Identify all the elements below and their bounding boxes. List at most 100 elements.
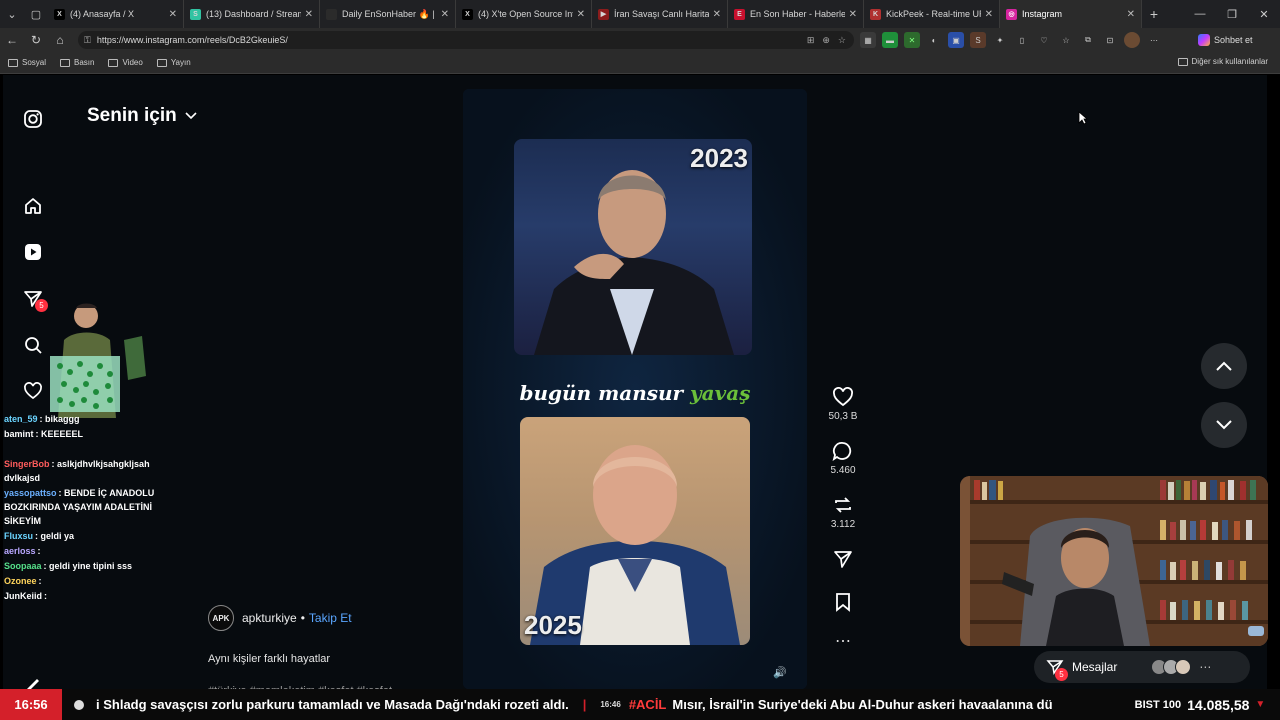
browser-tab[interactable]: K KickPeek - Real-time URL C ✕ [864,0,1000,28]
browser-tab[interactable]: X (4) X'te Open Source Intel: ✕ [456,0,592,28]
chat-message: Fluxsu: geldi ya [4,529,174,543]
extension-icon-2[interactable]: ▬ [882,32,898,48]
messages-bar[interactable]: 5 Mesajlar ⋯ [1034,651,1250,683]
chat-message: Ozonee: [4,574,174,588]
favorite-star-icon[interactable]: ☆ [838,35,846,46]
tab-close-icon[interactable]: ✕ [985,9,993,20]
site-info-icon[interactable]: ⚿ [84,35,91,46]
bookmark-folder[interactable]: Sosyal [8,58,46,67]
collections-icon[interactable]: ⧉ [1080,32,1096,48]
bookmark-label: Video [122,58,143,67]
tab-favicon-icon [326,8,337,20]
tab-close-icon[interactable]: ✕ [849,9,857,20]
extension-icon-6[interactable]: S [970,32,986,48]
extensions-puzzle-icon[interactable]: ✦ [992,32,1008,48]
url-text: https://www.instagram.com/reels/DcB2Gkeu… [96,35,288,45]
previous-reel-button[interactable] [1201,343,1247,389]
copilot-chat-button[interactable]: Sohbet et [1198,32,1253,48]
extension-icon-5[interactable]: ▣ [948,32,964,48]
more-icon[interactable]: ⋯ [1199,660,1211,674]
extension-icon-4[interactable]: ◐ [926,32,942,48]
streamer-webcam [960,476,1268,646]
other-bookmarks-label: Diğer sık kullanılanlar [1191,57,1268,66]
zoom-icon[interactable]: ⊕ [822,35,830,46]
more-menu-icon[interactable]: ⋯ [1146,32,1162,48]
app-available-icon[interactable]: ⊞ [807,35,815,46]
tab-title: KickPeek - Real-time URL C [886,9,981,19]
home-icon[interactable]: ⌂ [48,33,72,47]
chat-username: Fluxsu [4,531,34,541]
bookmark-folder[interactable]: Yayın [156,58,191,67]
ticker-separator: | [582,697,587,712]
repost-action[interactable]: 3.112 [823,495,863,530]
browser-tab[interactable]: E En Son Haber - Haberler, Sc ✕ [728,0,864,28]
video-frame-top: 2023 [514,139,752,355]
tab-title: (13) Dashboard / Streamlab [206,9,301,19]
reel-video[interactable]: 2023 bugün mansur yavaş 2025 🔊 [463,89,807,689]
chevron-down-icon [1216,420,1232,430]
follow-button[interactable]: Takip Et [309,611,352,625]
tab-close-icon[interactable]: ✕ [713,9,721,20]
reels-icon[interactable] [23,242,43,262]
extension-icon-3[interactable]: ✕ [904,32,920,48]
caption-highlight: yavaş [690,381,751,405]
tab-close-icon[interactable]: ✕ [1127,9,1135,20]
tab-favicon-icon: ◎ [1006,8,1017,20]
caption-plain: bugün mansur [519,381,684,405]
browser-tab[interactable]: ◎ Instagram ✕ [1000,0,1142,28]
favorites-icon[interactable]: ☆ [1058,32,1074,48]
extensions-row: ▦ ▬ ✕ ◐ ▣ S ✦ ▯ ♡ ☆ ⧉ ⊡ ⋯ [860,32,1162,48]
chat-text: geldi yine tipini sss [49,561,133,571]
account-name[interactable]: apkturkiye [242,611,297,625]
new-tab-plus-icon[interactable]: + [1142,6,1166,22]
tab-close-icon[interactable]: ✕ [577,9,585,20]
restore-icon[interactable]: ❐ [1216,8,1248,21]
tab-favicon-icon: ▶ [598,8,609,20]
chat-username: Ozonee [4,576,37,586]
feed-selector[interactable]: Senin için [87,105,197,127]
workspaces-icon[interactable]: ▢ [24,0,48,28]
split-screen-icon[interactable]: ▯ [1014,32,1030,48]
bookmark-label: Sosyal [22,58,47,67]
share-action[interactable] [823,549,863,573]
close-window-icon[interactable]: ✕ [1248,8,1280,21]
chevron-up-icon [1216,361,1232,371]
reload-icon[interactable]: ↻ [24,33,48,47]
volume-speaker-icon[interactable]: 🔊 [773,666,787,679]
browser-tab[interactable]: S (13) Dashboard / Streamlab ✕ [184,0,320,28]
back-arrow-icon[interactable]: ← [0,33,24,47]
bookmark-label: Basın [74,58,95,67]
chat-username: Soopaaa [4,561,42,571]
home-icon[interactable] [23,196,43,216]
comment-action[interactable]: 5.460 [823,441,863,476]
like-action[interactable]: 50,3 B [823,387,863,422]
chat-text: KEEEEEL [41,429,84,439]
profile-avatar[interactable] [1124,32,1140,48]
next-reel-button[interactable] [1201,402,1247,448]
more-options-icon[interactable]: ⋯ [823,631,863,651]
ticker-headline-1: i Shladg savaşçısı zorlu parkuru tamamla… [96,697,569,712]
extension-icon-1[interactable]: ▦ [860,32,876,48]
save-action[interactable] [823,592,863,616]
tab-close-icon[interactable]: ✕ [169,9,177,20]
minimize-icon[interactable]: — [1184,8,1216,21]
comment-bubble-icon [832,442,852,461]
tab-close-icon[interactable]: ✕ [441,9,449,20]
browser-tab[interactable]: Daily EnSonHaber 🔥 | Gün ✕ [320,0,456,28]
bookmark-folder[interactable]: Video [108,58,143,67]
screen: ⌄ ▢ X (4) Anasayfa / X ✕ S (13) Dashboard / … [0,0,1280,720]
chat-message: bamint: KEEEEEL [4,427,174,441]
browser-tab[interactable]: X (4) Anasayfa / X ✕ [48,0,184,28]
screenshot-icon[interactable]: ⊡ [1102,32,1118,48]
browser-tab[interactable]: ▶ İran Savaşı Canlı Haritası - S ✕ [592,0,728,28]
other-bookmarks[interactable]: Diğer sık kullanılanlar [1177,57,1268,66]
tab-menu-chevron-icon[interactable]: ⌄ [0,0,24,28]
instagram-logo-icon[interactable] [23,109,43,129]
like-count: 50,3 B [828,411,858,422]
browser-essentials-icon[interactable]: ♡ [1036,32,1052,48]
account-avatar[interactable]: APK [208,605,234,631]
address-bar[interactable]: ⚿ https://www.instagram.com/reels/DcB2Gk… [78,31,854,49]
tab-close-icon[interactable]: ✕ [305,9,313,20]
bookmark-folder[interactable]: Basın [60,58,94,67]
chat-message: SingerBob: aslkjdhvlkjsahgkljsah dvlkajs… [4,457,174,485]
